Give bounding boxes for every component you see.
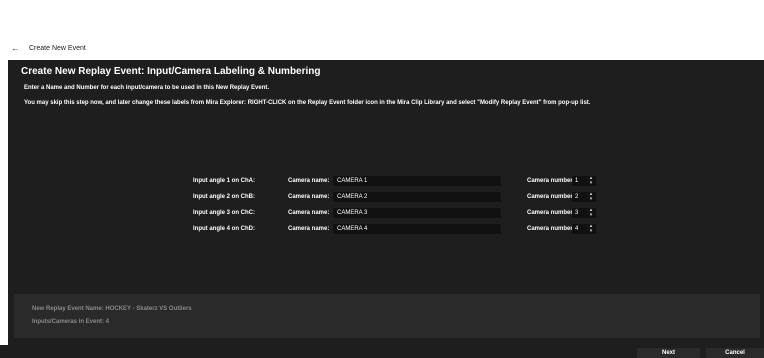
input-angle-label: Input angle 3 on ChC: [193,210,255,216]
camera-name-label: Camera name: [288,178,330,184]
title-bar: ← Create New Event [0,0,764,60]
camera-number-stepper[interactable]: 4 ▴ ▾ [572,224,596,234]
camera-number-value: 2 [575,194,579,200]
camera-number-value: 3 [575,210,579,216]
camera-name-input[interactable] [333,192,501,202]
camera-number-stepper[interactable]: 2 ▴ ▾ [572,192,596,202]
inputs-count-summary: Inputs/Cameras in Event: 4 [32,319,110,325]
camera-name-label: Camera name: [288,194,330,200]
camera-row-3: Input angle 3 on ChC: Camera name: Camer… [8,208,764,218]
camera-row-1: Input angle 1 on ChA: Camera name: Camer… [8,176,764,186]
input-angle-label: Input angle 1 on ChA: [193,178,255,184]
camera-number-value: 1 [575,178,579,184]
next-button[interactable]: Next [637,348,700,358]
main-panel: Create New Replay Event: Input/Camera La… [8,60,764,345]
camera-number-value: 4 [575,226,579,232]
camera-number-label: Camera number: [527,178,575,184]
spinner-updown-icon[interactable]: ▴ ▾ [587,176,595,186]
camera-name-input[interactable] [333,224,501,234]
window-title: Create New Event [29,45,86,52]
back-arrow-icon[interactable]: ← [11,43,20,53]
instruction-text: Enter a Name and Number for each input/c… [24,85,270,91]
camera-name-label: Camera name: [288,210,330,216]
event-name-summary: New Replay Event Name: HOCKEY - Skaterz … [32,306,192,312]
camera-name-input[interactable] [333,176,501,186]
input-angle-label: Input angle 2 on ChB: [193,194,255,200]
camera-name-label: Camera name: [288,226,330,232]
camera-number-stepper[interactable]: 3 ▴ ▾ [572,208,596,218]
spinner-updown-icon[interactable]: ▴ ▾ [587,224,595,234]
page-title: Create New Replay Event: Input/Camera La… [21,66,321,77]
camera-number-label: Camera number: [527,210,575,216]
cancel-button[interactable]: Cancel [706,348,764,358]
event-summary: New Replay Event Name: HOCKEY - Skaterz … [14,294,760,338]
input-angle-label: Input angle 4 on ChD: [193,226,255,232]
camera-row-4: Input angle 4 on ChD: Camera name: Camer… [8,224,764,234]
camera-row-2: Input angle 2 on ChB: Camera name: Camer… [8,192,764,202]
camera-number-label: Camera number: [527,226,575,232]
spinner-updown-icon[interactable]: ▴ ▾ [587,192,595,202]
camera-number-stepper[interactable]: 1 ▴ ▾ [572,176,596,186]
spinner-updown-icon[interactable]: ▴ ▾ [587,208,595,218]
camera-name-input[interactable] [333,208,501,218]
instruction-text: You may skip this step now, and later ch… [24,100,591,106]
camera-number-label: Camera number: [527,194,575,200]
